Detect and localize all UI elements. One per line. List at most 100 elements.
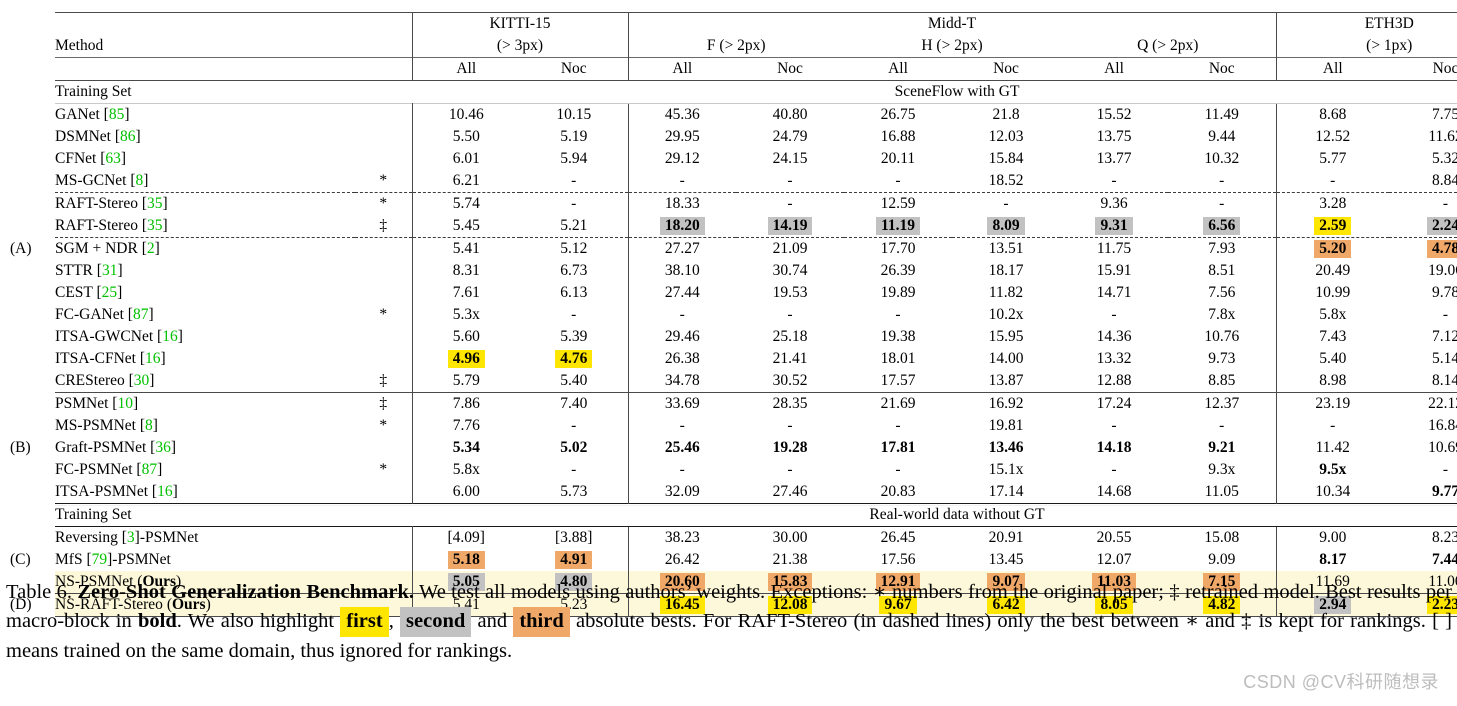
benchmark-table: KITTI-15 Midd-T ETH3D Method (> 3px) F (> 2px… (55, 12, 1457, 617)
method-name-cell: ITSA-GWCNet [16] (55, 328, 183, 346)
citation-ref[interactable]: 8 (145, 417, 153, 434)
column-header-noc-5: Noc (952, 57, 1060, 81)
table-cell: 20.55 (1060, 526, 1168, 549)
table-cell: 26.38 (627, 348, 736, 370)
highlight-third: 5.18 (447, 550, 485, 570)
table-cell: - (895, 306, 901, 324)
table-cell: 9.21 (1168, 437, 1276, 459)
table-cell: 19.06 (1428, 262, 1457, 280)
method-name-cell: MS-GCNet [8] (55, 172, 149, 190)
table-cell: 27.27 (627, 237, 736, 260)
trainset-label-c: Training Set (55, 503, 412, 527)
citation-ref[interactable]: 85 (109, 106, 125, 123)
section-label-b: (B) (10, 439, 31, 456)
table-cell: 5.34 (412, 437, 520, 459)
table-cell: 21.09 (772, 240, 808, 258)
citation-ref[interactable]: 87 (133, 306, 149, 323)
table-cell: 11.75 (1096, 240, 1132, 258)
table-cell: 5.21 (520, 215, 628, 238)
table-cell: 14.71 (1096, 284, 1132, 302)
highlight-third: 5.20 (1314, 239, 1352, 259)
table-cell: 4.76 (520, 348, 628, 370)
caption-highlight-second: second (400, 607, 472, 638)
table-cell: 13.51 (988, 240, 1024, 258)
watermark: CSDN @CV科研随想录 (1243, 672, 1439, 692)
table-cell: 15.52 (1060, 103, 1168, 126)
citation-ref[interactable]: 35 (147, 217, 163, 234)
table-cell: 20.91 (952, 526, 1060, 549)
table-cell: 5.45 (412, 215, 520, 238)
citation-ref[interactable]: 16 (145, 350, 161, 367)
table-cell: 7.93 (1208, 240, 1236, 258)
table-cell: - (1275, 415, 1389, 437)
table-cell: 11.19 (844, 215, 952, 238)
citation-ref[interactable]: 30 (134, 372, 150, 389)
table-cell: 40.80 (736, 103, 844, 126)
trainset-value-a: SceneFlow with GT (412, 80, 1457, 104)
citation-ref[interactable]: 63 (105, 150, 121, 167)
method-name-cell: RAFT-Stereo [35] (55, 192, 355, 215)
table-cell: 8.51 (1208, 262, 1236, 280)
citation-ref[interactable]: 25 (102, 284, 118, 301)
table-cell: - (571, 417, 577, 435)
citation-ref[interactable]: 8 (136, 172, 144, 189)
table-cell: - (1168, 192, 1276, 215)
citation-ref[interactable]: 3 (127, 529, 135, 546)
method-name-cell: SGM + NDR [2] (55, 240, 160, 258)
table-cell: 26.42 (627, 549, 736, 571)
table-cell: 17.57 (880, 372, 916, 390)
table-cell: 5.50 (452, 128, 480, 146)
table-cell: 32.09 (627, 481, 736, 504)
table-cell: 5.40 (1275, 348, 1389, 370)
table-cell: 4.91 (520, 549, 628, 571)
table-cell: 20.11 (880, 150, 916, 168)
citation-ref[interactable]: 36 (155, 439, 171, 456)
table-cell: 12.03 (988, 128, 1024, 146)
citation-ref[interactable]: 79 (92, 551, 108, 568)
table-cell: 19.38 (880, 328, 916, 346)
trainset-label-a: Training Set (55, 80, 412, 104)
table-cell: 15.1x (988, 461, 1024, 479)
citation-ref[interactable]: 35 (147, 195, 163, 212)
table-cell: 5.77 (1275, 148, 1389, 170)
trainset-row-a: Training Set SceneFlow with GT (55, 80, 1457, 104)
bold-value: 9.21 (1208, 439, 1236, 457)
method-name-cell: CFNet [63] (55, 150, 127, 168)
citation-ref[interactable]: 10 (117, 395, 133, 412)
method-marker-cell: ‡ (355, 215, 413, 238)
citation-ref[interactable]: 2 (147, 240, 155, 257)
citation-ref[interactable]: 16 (162, 328, 178, 345)
highlight-second: 8.09 (987, 216, 1025, 236)
table-row: MfS [79]-PSMNet 5.18 4.91 26.42 21.38 17.56 13… (55, 549, 1457, 571)
table-cell: - (952, 192, 1060, 215)
table-cell: 28.35 (736, 392, 844, 415)
trainset-value-c: Real-world data without GT (412, 503, 1457, 527)
table-cell: 7.43 (1275, 326, 1389, 348)
table-cell: 6.21 (452, 172, 480, 190)
method-name-cell: FC-PSMNet [87] (55, 461, 163, 479)
citation-ref[interactable]: 31 (102, 262, 118, 279)
table-cell: 4.78 (1389, 238, 1457, 261)
citation-ref[interactable]: 86 (120, 128, 136, 145)
table-cell: 13.87 (988, 372, 1024, 390)
highlight-second: 11.19 (875, 216, 921, 236)
column-header-all-4: All (844, 57, 952, 81)
table-cell: 27.46 (772, 483, 808, 501)
table-cell: 12.88 (1096, 372, 1132, 390)
highlight-second: 14.19 (767, 216, 813, 236)
table-cell: 11.62 (1428, 128, 1457, 146)
table-cell: 5.20 (1275, 237, 1389, 260)
table-cell: 16.92 (952, 392, 1060, 415)
table-cell: 21.69 (844, 392, 952, 415)
table-cell: 8.23 (1389, 526, 1457, 549)
citation-ref[interactable]: 16 (157, 483, 173, 500)
citation-ref[interactable]: 87 (142, 461, 158, 478)
table-cell: 5.41 (452, 240, 480, 258)
caption-highlight-third: third (513, 607, 570, 638)
caption-bold-word: bold (137, 610, 177, 633)
table-cell: 9.31 (1060, 215, 1168, 238)
column-header-all-0: All (412, 57, 520, 81)
highlight-third: 4.78 (1426, 239, 1457, 259)
table-cell: 21.38 (772, 551, 808, 569)
method-marker-cell (355, 282, 413, 304)
